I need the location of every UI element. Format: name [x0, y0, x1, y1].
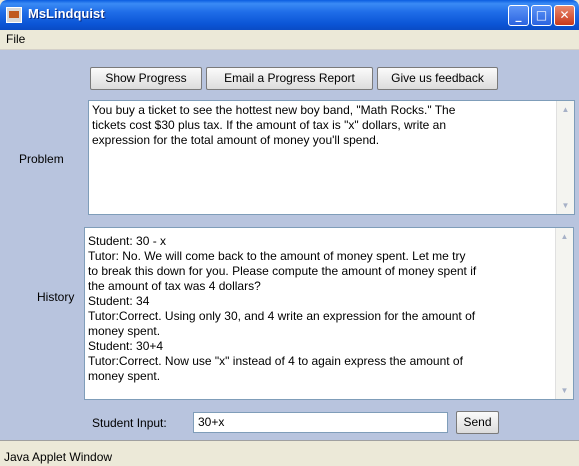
email-progress-report-button[interactable]: Email a Progress Report	[206, 67, 373, 90]
history-line: money spent.	[88, 324, 161, 338]
problem-line: You buy a ticket to see the hottest new …	[92, 103, 456, 117]
applet-content: Show Progress Email a Progress Report Gi…	[0, 50, 579, 440]
history-line: Tutor:Correct. Now use "x" instead of 4 …	[88, 354, 463, 368]
menu-bar: File	[0, 30, 579, 50]
history-text: Student: 30 - x Tutor: No. We will come …	[88, 234, 553, 384]
menu-file[interactable]: File	[6, 32, 25, 46]
student-input-label: Student Input:	[92, 416, 167, 430]
problem-scrollbar[interactable]: ▲ ▼	[556, 101, 574, 214]
minimize-button[interactable]: _	[508, 5, 529, 26]
maximize-button[interactable]: □	[531, 5, 552, 26]
close-button[interactable]: ✕	[554, 5, 575, 26]
student-input-field[interactable]: 30+x	[193, 412, 448, 433]
title-bar[interactable]: MsLindquist _ □ ✕	[0, 0, 579, 30]
history-textarea[interactable]: Student: 30 - x Tutor: No. We will come …	[84, 227, 574, 400]
send-button[interactable]: Send	[456, 411, 499, 434]
problem-text: You buy a ticket to see the hottest new …	[92, 103, 554, 148]
problem-line: expression for the total amount of money…	[92, 133, 380, 147]
history-line: Student: 30+4	[88, 339, 164, 353]
scroll-down-arrow-icon[interactable]: ▼	[558, 198, 573, 213]
history-line: Student: 30 - x	[88, 234, 167, 248]
show-progress-button[interactable]: Show Progress	[90, 67, 202, 90]
history-line: money spent.	[88, 369, 161, 383]
history-line: to break this down for you. Please compu…	[88, 264, 477, 278]
scroll-down-arrow-icon[interactable]: ▼	[557, 383, 572, 398]
history-label: History	[37, 290, 75, 304]
problem-textarea[interactable]: You buy a ticket to see the hottest new …	[88, 100, 575, 215]
problem-label: Problem	[19, 152, 64, 166]
history-scrollbar[interactable]: ▲ ▼	[555, 228, 573, 399]
give-feedback-button[interactable]: Give us feedback	[377, 67, 498, 90]
java-app-icon	[6, 7, 22, 23]
history-line: Tutor:Correct. Using only 30, and 4 writ…	[88, 309, 476, 323]
history-line: Tutor: No. We will come back to the amou…	[88, 249, 466, 263]
window-title: MsLindquist	[28, 6, 105, 21]
status-bar: Java Applet Window	[0, 440, 579, 466]
status-text: Java Applet Window	[4, 450, 113, 464]
history-line: the amount of tax was 4 dollars?	[88, 279, 261, 293]
scroll-up-arrow-icon[interactable]: ▲	[558, 102, 573, 117]
problem-line: tickets cost $30 plus tax. If the amount…	[92, 118, 447, 132]
history-line: Student: 34	[88, 294, 150, 308]
scroll-up-arrow-icon[interactable]: ▲	[557, 229, 572, 244]
